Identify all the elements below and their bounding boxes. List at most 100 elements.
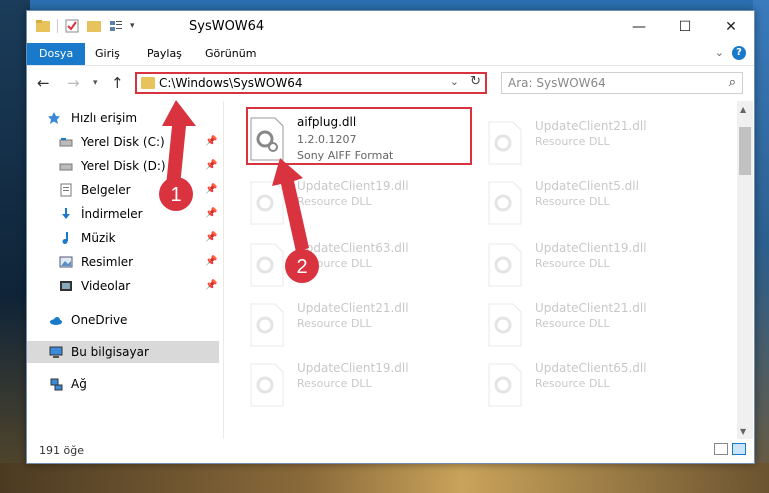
dll-file-icon — [488, 121, 522, 165]
back-button[interactable]: ← — [37, 74, 50, 92]
address-dropdown-icon[interactable]: ⌄ — [450, 75, 459, 88]
scrollbar-thumb[interactable] — [739, 127, 751, 175]
tiles-view-icon[interactable] — [732, 443, 746, 455]
scroll-down-icon[interactable]: ▼ — [740, 427, 746, 436]
tab-share[interactable]: Paylaş — [135, 43, 194, 65]
toolbar-divider — [57, 19, 58, 33]
search-input[interactable]: Ara: SysWOW64 ⌕ — [501, 72, 743, 94]
nav-label: Hızlı erişim — [71, 111, 138, 125]
search-icon[interactable]: ⌕ — [729, 75, 736, 90]
address-row: ← → ▾ ↑ C:\Windows\SysWOW64 ⌄ ↻ Ara: Sys… — [27, 65, 754, 100]
properties-icon[interactable] — [64, 18, 80, 34]
customize-toolbar-chevron-icon[interactable]: ▾ — [130, 21, 135, 31]
maximize-button[interactable]: ☐ — [662, 11, 708, 43]
file-name: UpdateClient63.dll — [297, 241, 409, 255]
status-bar: 191 öğe — [27, 439, 754, 463]
file-name: UpdateClient19.dll — [297, 179, 409, 193]
drive-icon — [59, 138, 73, 147]
pane-divider — [223, 101, 224, 441]
folder-icon — [36, 20, 50, 32]
nav-item-this-pc[interactable]: Bu bilgisayar — [27, 341, 219, 363]
file-item[interactable]: UpdateClient5.dll Resource DLL — [465, 173, 689, 229]
drive-icon — [59, 163, 73, 171]
forward-button[interactable]: → — [67, 74, 80, 92]
nav-label: Ağ — [71, 377, 87, 391]
new-folder-icon[interactable] — [86, 18, 102, 34]
pin-icon[interactable]: 📌 — [205, 179, 217, 201]
nav-item-pictures[interactable]: Resimler 📌 — [27, 251, 219, 273]
star-icon — [48, 112, 60, 124]
file-type: Resource DLL — [535, 377, 610, 390]
file-item[interactable]: UpdateClient21.dll Resource DLL — [227, 295, 451, 351]
vertical-scrollbar[interactable]: ▲ ▼ — [737, 101, 753, 441]
nav-label: Müzik — [81, 231, 116, 245]
file-type: Resource DLL — [535, 195, 610, 208]
file-name: UpdateClient19.dll — [297, 361, 409, 375]
tab-home[interactable]: Giriş — [83, 43, 132, 65]
file-item[interactable]: UpdateClient21.dll Resource DLL — [465, 295, 689, 351]
file-type: Resource DLL — [535, 135, 610, 148]
help-icon[interactable]: ? — [732, 46, 746, 60]
view-toggle — [714, 443, 746, 455]
folder-icon — [141, 77, 155, 89]
file-item[interactable]: UpdateClient65.dll Resource DLL — [465, 355, 689, 411]
scroll-up-icon[interactable]: ▲ — [740, 105, 746, 114]
nav-label: Resimler — [81, 255, 134, 269]
file-item[interactable]: UpdateClient19.dll Resource DLL — [227, 173, 451, 229]
dll-file-icon — [488, 363, 522, 407]
ribbon-tabs: Dosya Giriş Paylaş Görünüm ⌄ ? — [27, 43, 754, 65]
recent-locations-icon[interactable]: ▾ — [93, 78, 98, 88]
file-name: UpdateClient5.dll — [535, 179, 639, 193]
address-bar[interactable]: C:\Windows\SysWOW64 ⌄ ↻ — [135, 72, 487, 94]
file-name: UpdateClient19.dll — [535, 241, 647, 255]
file-item[interactable]: UpdateClient19.dll Resource DLL — [227, 355, 451, 411]
nav-quick-access[interactable]: Hızlı erişim — [27, 107, 219, 129]
close-button[interactable]: ✕ — [708, 11, 754, 43]
pin-icon[interactable]: 📌 — [205, 227, 217, 249]
file-type: Resource DLL — [535, 317, 610, 330]
minimize-button[interactable]: — — [616, 11, 662, 43]
up-button[interactable]: ↑ — [111, 74, 124, 92]
pin-icon[interactable]: 📌 — [205, 131, 217, 153]
nav-item-network[interactable]: Ağ — [27, 373, 219, 395]
expand-ribbon-icon[interactable]: ⌄ — [715, 46, 724, 59]
dll-file-icon — [250, 303, 284, 347]
pin-icon[interactable]: 📌 — [205, 203, 217, 225]
highlight-box-file — [246, 107, 472, 165]
computer-icon — [49, 346, 63, 358]
dll-file-icon — [250, 243, 284, 287]
downloads-icon — [62, 208, 70, 219]
pin-icon[interactable]: 📌 — [205, 275, 217, 297]
nav-item-drive-c[interactable]: Yerel Disk (C:) 📌 — [27, 131, 219, 153]
address-path[interactable]: C:\Windows\SysWOW64 — [159, 76, 303, 90]
nav-item-drive-d[interactable]: Yerel Disk (D:) 📌 — [27, 155, 219, 177]
file-type: Resource DLL — [297, 317, 372, 330]
details-view-icon[interactable] — [714, 443, 728, 455]
dll-file-icon — [488, 303, 522, 347]
file-item[interactable]: UpdateClient21.dll Resource DLL — [465, 113, 689, 169]
music-icon — [62, 232, 68, 244]
refresh-icon[interactable]: ↻ — [470, 74, 481, 89]
pin-icon[interactable]: 📌 — [205, 155, 217, 177]
item-count: 191 öğe — [39, 444, 84, 457]
nav-item-videos[interactable]: Videolar 📌 — [27, 275, 219, 297]
nav-item-onedrive[interactable]: OneDrive — [27, 309, 219, 331]
nav-label: İndirmeler — [81, 207, 143, 221]
file-item[interactable]: UpdateClient63.dll Resource DLL — [227, 235, 451, 291]
view-options-icon[interactable] — [108, 18, 124, 34]
explorer-window: ▾ SysWOW64 — ☐ ✕ Dosya Giriş Paylaş Görü… — [26, 10, 755, 464]
nav-item-documents[interactable]: Belgeler 📌 — [27, 179, 219, 201]
file-list: aifplug.dll 1.2.0.1207 Sony AIFF Format … — [227, 103, 737, 439]
nav-label: Videolar — [81, 279, 131, 293]
file-type: Resource DLL — [297, 377, 372, 390]
file-item[interactable]: UpdateClient19.dll Resource DLL — [465, 235, 689, 291]
pin-icon[interactable]: 📌 — [205, 251, 217, 273]
nav-item-music[interactable]: Müzik 📌 — [27, 227, 219, 249]
nav-label: Yerel Disk (C:) — [81, 135, 165, 149]
nav-label: Bu bilgisayar — [71, 345, 149, 359]
nav-item-downloads[interactable]: İndirmeler 📌 — [27, 203, 219, 225]
desktop-background-bottom — [0, 463, 769, 493]
tab-view[interactable]: Görünüm — [193, 43, 268, 65]
tab-file[interactable]: Dosya — [27, 43, 86, 65]
file-name: UpdateClient21.dll — [535, 301, 647, 315]
